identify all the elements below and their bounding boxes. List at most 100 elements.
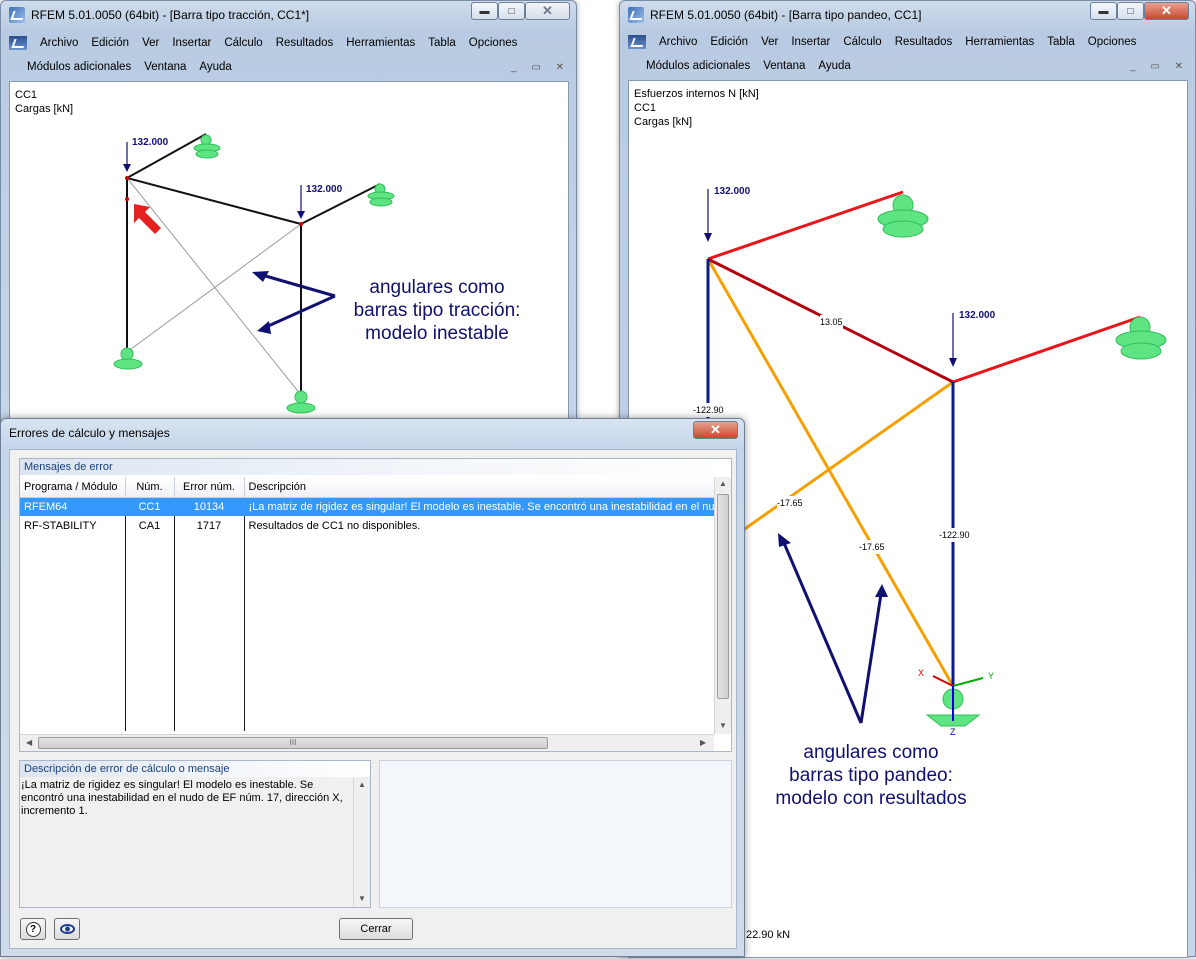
column-header[interactable]: Error núm. [174,477,245,498]
menu-modulos-adicionales[interactable]: Módulos adicionales [27,61,131,73]
column-header[interactable]: Descripción [244,477,715,498]
left-caption-buttons: ▬ □ ✕ [471,2,570,20]
left-callout-text: angulares como barras tipo tracción: mod… [342,276,532,345]
close-button[interactable]: ✕ [525,2,570,20]
right-caption-buttons: ▬ □ ✕ [1090,2,1189,20]
menu-insertar[interactable]: Insertar [791,36,830,48]
menu-insertar[interactable]: Insertar [172,37,211,49]
scroll-up-icon[interactable]: ▲ [719,479,727,488]
menu-opciones[interactable]: Opciones [1088,36,1137,48]
scroll-down-icon[interactable]: ▼ [719,721,727,730]
beam [126,177,302,225]
load-value-label: 132.000 [132,137,169,148]
menu-tabla[interactable]: Tabla [1047,36,1075,48]
node [299,222,303,226]
menu-edicion[interactable]: Edición [91,37,129,49]
left-graphic-area[interactable]: CC1 Cargas [kN] 132.000 132.000 angulare… [9,81,569,431]
scroll-thumb[interactable]: III [38,737,548,749]
scroll-right-icon[interactable]: ▶ [700,738,706,747]
support-icon [286,390,316,414]
minimize-button[interactable]: ▬ [1090,2,1117,20]
menu-opciones[interactable]: Opciones [469,37,518,49]
menu-ver[interactable]: Ver [761,36,778,48]
column-header[interactable]: Núm. [125,477,175,498]
axis-label-y: Y [988,671,995,681]
menu-herramientas[interactable]: Herramientas [346,37,415,49]
menu-tabla[interactable]: Tabla [428,37,456,49]
minimize-button[interactable]: ▬ [471,2,498,20]
error-group-header: Mensajes de error [20,459,731,475]
beam [952,315,1141,384]
callout-line: angulares como [803,742,939,763]
dialog-close-button[interactable]: ✕ [693,421,738,439]
load-value-label: 132.000 [714,186,751,197]
member-result-label: -122.90 [939,528,970,542]
diagonal-bar [126,177,302,396]
result-max-value: 22.90 kN [746,929,791,941]
menu-ayuda[interactable]: Ayuda [199,61,231,73]
scroll-left-icon[interactable]: ◀ [26,738,32,747]
cell-description: ¡La matriz de rigidez es singular! El mo… [244,497,715,516]
table-horizontal-scrollbar[interactable]: ◀ III ▶ [20,734,714,751]
node [125,176,129,180]
table-vertical-scrollbar[interactable]: ▲ ▼ [714,477,731,734]
right-menubar: Archivo Edición Ver Insertar Cálculo Res… [620,30,1195,54]
error-messages-dialog: Errores de cálculo y mensajes ✕ Mensajes… [0,418,745,957]
close-button[interactable]: ✕ [1144,2,1189,20]
scroll-thumb[interactable] [717,494,729,699]
axis-label-z: Z [950,727,956,737]
menu-calculo[interactable]: Cálculo [843,36,881,48]
menu-resultados[interactable]: Resultados [895,36,953,48]
close-dialog-button[interactable]: Cerrar [339,918,413,940]
menu-edicion[interactable]: Edición [710,36,748,48]
load-value-label: 132.000 [959,310,996,321]
menu-ventana[interactable]: Ventana [763,60,805,72]
menu-archivo[interactable]: Archivo [659,36,697,48]
cell-num: CC1 [125,497,175,516]
view-button[interactable] [54,918,80,940]
help-button[interactable]: ? [20,918,46,940]
scroll-down-icon[interactable]: ▼ [358,894,366,903]
menu-ventana[interactable]: Ventana [144,61,186,73]
document-icon[interactable] [628,35,646,49]
load-arrowhead [704,233,712,242]
callout-line: barras tipo tracción: [353,300,521,321]
red-pointer-arrow [134,204,161,234]
document-icon[interactable] [9,36,27,50]
menu-herramientas[interactable]: Herramientas [965,36,1034,48]
right-callout-text: angulares como barras tipo pandeo: model… [761,741,981,810]
help-icon: ? [25,921,41,937]
member-result-label: 13.05 [820,315,843,329]
load-arrowhead [949,358,957,367]
menu-calculo[interactable]: Cálculo [224,37,262,49]
member-result-label: -17.65 [777,496,803,510]
description-group: Descripción de error de cálculo o mensaj… [19,760,371,908]
column-header[interactable]: Programa / Módulo [20,477,126,498]
table-row[interactable]: RF-STABILITY CA1 1717 Resultados de CC1 … [20,516,715,535]
description-scrollbar[interactable]: ▲ ▼ [353,778,370,907]
callout-arrows [782,542,883,724]
callout-line: modelo con resultados [775,788,967,809]
table-row[interactable]: RFEM64 CC1 10134 ¡La matriz de rigidez e… [20,497,715,516]
mdi-window-controls[interactable]: _ ▭ ✕ [1130,61,1189,72]
dialog-title-bar[interactable]: Errores de cálculo y mensajes [1,419,744,447]
menu-resultados[interactable]: Resultados [276,37,334,49]
rfem-app-icon [9,7,25,23]
support-icon [113,347,143,370]
eye-icon [59,924,75,934]
menu-modulos-adicionales[interactable]: Módulos adicionales [646,60,750,72]
menu-ver[interactable]: Ver [142,37,159,49]
error-table: Programa / Módulo Núm. Error núm. Descri… [20,477,715,731]
menu-archivo[interactable]: Archivo [40,37,78,49]
right-menubar-row2: Módulos adicionales Ventana Ayuda _ ▭ ✕ [620,54,1195,78]
maximize-button[interactable]: □ [1117,2,1144,20]
cell-program: RFEM64 [20,497,126,516]
scroll-up-icon[interactable]: ▲ [358,780,366,789]
callout-arrows [261,273,336,329]
mdi-window-controls[interactable]: _ ▭ ✕ [511,62,570,73]
menu-ayuda[interactable]: Ayuda [818,60,850,72]
cell-program: RF-STABILITY [20,516,126,535]
member-result-label: -122.90 [693,403,724,417]
maximize-button[interactable]: □ [498,2,525,20]
load-arrowhead [297,211,305,219]
